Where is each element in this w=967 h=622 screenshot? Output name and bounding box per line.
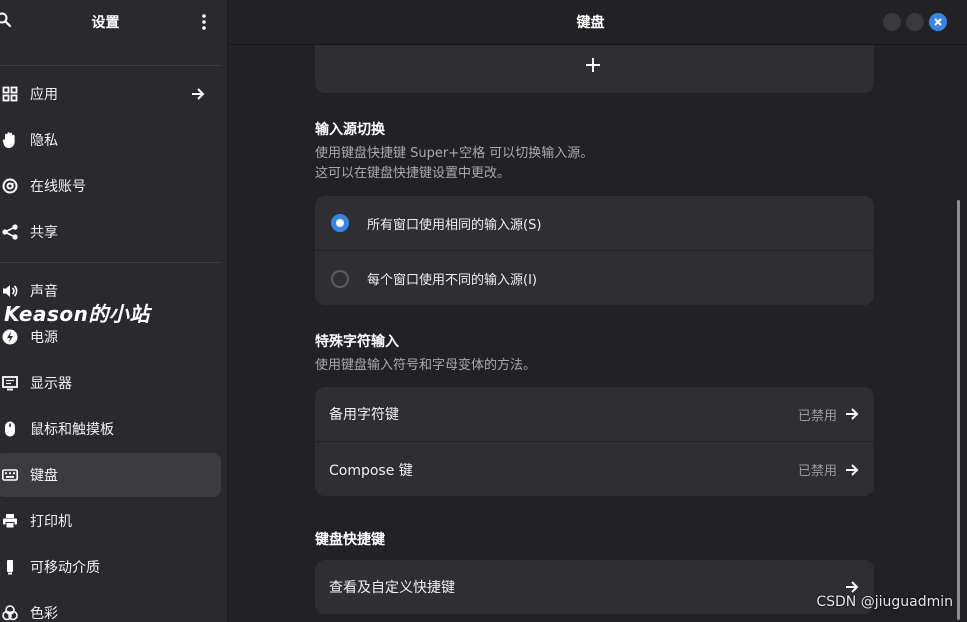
- sidebar-item-mouse-touchpad[interactable]: 鼠标和触摸板: [0, 407, 221, 451]
- sidebar-item-label: 隐私: [30, 133, 58, 149]
- sidebar-item-keyboard[interactable]: 键盘: [0, 453, 221, 497]
- minimize-button[interactable]: [883, 13, 901, 31]
- radio-option-label: 每个窗口使用不同的输入源(I): [367, 273, 537, 288]
- sidebar-item-power[interactable]: 电源: [0, 315, 221, 359]
- settings-window: 设置 应用 隐私 在线账号 共享 声音 Keason的小站 电源 显示器 鼠标和…: [0, 0, 967, 622]
- removable-media-icon: [0, 557, 20, 577]
- compose-key-row[interactable]: Compose 键 已禁用: [315, 441, 874, 497]
- special-chars-desc: 使用键盘输入符号和字母变体的方法。: [315, 358, 537, 373]
- sidebar-divider: [0, 65, 221, 66]
- mouse-icon: [0, 419, 20, 439]
- page-title: 键盘: [576, 15, 605, 31]
- input-switch-desc-line2: 这可以在键盘快捷键设置中更改。: [315, 166, 511, 181]
- headerbar: 键盘: [228, 0, 967, 45]
- sidebar-item-label: 在线账号: [30, 179, 86, 195]
- printer-icon: [0, 511, 20, 531]
- close-button[interactable]: [929, 13, 947, 31]
- shortcuts-list: 查看及自定义快捷键: [315, 560, 874, 614]
- hand-icon: [0, 130, 20, 150]
- keyboard-icon: [0, 465, 20, 485]
- share-icon: [0, 222, 20, 242]
- radio-option-label: 所有窗口使用相同的输入源(S): [367, 217, 542, 233]
- sidebar-header: 设置: [0, 0, 227, 44]
- csdn-watermark: CSDN @jiuguadmin: [816, 594, 953, 610]
- arrow-right-icon: [844, 462, 860, 478]
- power-bolt-icon: [0, 327, 20, 347]
- sidebar-item-printers[interactable]: 打印机: [0, 499, 221, 543]
- sidebar-item-label: 电源: [30, 330, 58, 346]
- sidebar-item-label: 共享: [30, 225, 58, 241]
- arrow-right-icon: [189, 85, 207, 103]
- color-icon: [0, 603, 20, 622]
- main-panel: 输入源切换 使用键盘快捷键 Super+空格 可以切换输入源。 这可以在键盘快捷…: [228, 0, 967, 622]
- radio-selected[interactable]: [331, 214, 349, 232]
- sidebar-item-removable-media[interactable]: 可移动介质: [0, 545, 221, 589]
- display-icon: [0, 373, 20, 393]
- alternate-chars-key-row[interactable]: 备用字符键 已禁用: [315, 387, 874, 441]
- kebab-menu-icon[interactable]: [196, 12, 212, 32]
- sidebar-item-label: 鼠标和触摸板: [30, 422, 114, 438]
- row-status: 已禁用: [797, 408, 837, 424]
- vertical-scrollbar[interactable]: [957, 200, 960, 620]
- arrow-right-icon: [844, 406, 860, 422]
- input-switch-desc-line1: 使用键盘快捷键 Super+空格 可以切换输入源。: [315, 146, 594, 161]
- apps-grid-icon: [0, 84, 20, 104]
- sidebar-title: 设置: [91, 15, 120, 31]
- sidebar: 设置 应用 隐私 在线账号 共享 声音 Keason的小站 电源 显示器 鼠标和…: [0, 0, 228, 622]
- row-label: Compose 键: [329, 462, 413, 479]
- radio-option-per-window[interactable]: 每个窗口使用不同的输入源(I): [315, 250, 874, 306]
- close-icon: [934, 18, 942, 26]
- radio-unselected[interactable]: [331, 269, 349, 288]
- arrow-right-icon: [844, 579, 860, 595]
- at-sign-icon: [0, 176, 20, 196]
- row-status: 已禁用: [797, 464, 837, 479]
- view-customize-shortcuts-row[interactable]: 查看及自定义快捷键: [315, 560, 874, 614]
- sidebar-item-label: 可移动介质: [30, 560, 100, 576]
- sidebar-item-label: 键盘: [30, 468, 58, 484]
- special-chars-list: 备用字符键 已禁用 Compose 键 已禁用: [315, 387, 874, 496]
- sidebar-item-label: 色彩: [30, 606, 58, 622]
- sidebar-item-label: 显示器: [30, 376, 72, 392]
- input-switch-options: 所有窗口使用相同的输入源(S) 每个窗口使用不同的输入源(I): [315, 196, 874, 305]
- input-switch-title: 输入源切换: [315, 122, 385, 138]
- row-label: 查看及自定义快捷键: [329, 580, 455, 596]
- radio-option-same-source[interactable]: 所有窗口使用相同的输入源(S): [315, 196, 874, 250]
- sidebar-item-label: 应用: [30, 87, 58, 103]
- sidebar-item-online-accounts[interactable]: 在线账号: [0, 164, 221, 208]
- sidebar-item-privacy[interactable]: 隐私: [0, 118, 221, 162]
- special-chars-title: 特殊字符输入: [315, 334, 399, 350]
- row-label: 备用字符键: [329, 407, 399, 423]
- maximize-button[interactable]: [906, 13, 924, 31]
- sidebar-item-color[interactable]: 色彩: [0, 591, 221, 622]
- plus-icon: [585, 57, 601, 73]
- sidebar-item-sharing[interactable]: 共享: [0, 210, 221, 254]
- shortcuts-title: 键盘快捷键: [315, 532, 385, 548]
- sidebar-item-apps[interactable]: 应用: [0, 72, 221, 116]
- sidebar-item-displays[interactable]: 显示器: [0, 361, 221, 405]
- sidebar-divider: [0, 262, 221, 263]
- sidebar-item-label: 打印机: [30, 514, 72, 530]
